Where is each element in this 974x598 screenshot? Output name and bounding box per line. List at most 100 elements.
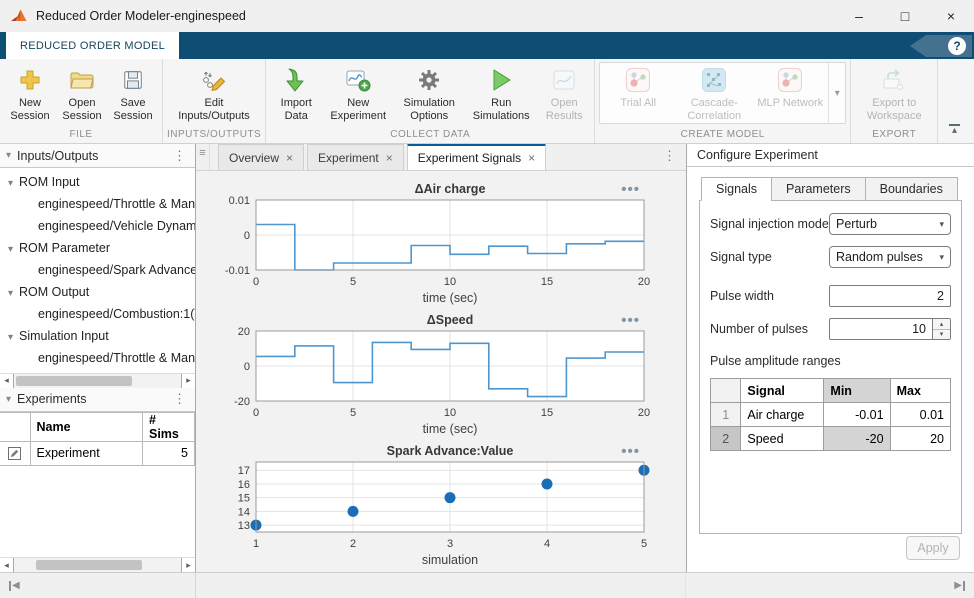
svg-text:simulation: simulation [422,553,478,567]
open-results-button[interactable]: Open Results [538,62,590,123]
collapse-left-panel-button[interactable]: ◀ [9,580,20,591]
amp-signal-cell[interactable]: Speed [741,427,824,451]
collapse-right-panel-button[interactable]: ▶ [954,580,965,591]
tree-item[interactable]: enginespeed/Vehicle Dynami [0,215,195,237]
expander-icon[interactable]: ▾ [8,332,13,343]
panel-menu-icon[interactable]: ⋮ [170,391,189,407]
spinner-down-button[interactable]: ▾ [933,330,950,340]
tree-item[interactable]: ▾ROM Parameter [0,237,195,259]
import-data-button[interactable]: Import Data [270,62,322,123]
help-icon[interactable]: ? [948,37,966,55]
svg-text:0.01: 0.01 [229,195,250,207]
tree-item[interactable]: ▾ROM Input [0,171,195,193]
new-session-button[interactable]: New Session [4,62,56,123]
tab-overview[interactable]: Overview × [218,144,304,170]
tab-parameters[interactable]: Parameters [771,177,865,201]
scroll-left-icon[interactable]: ◂ [0,374,14,388]
collapse-panel-icon[interactable]: ▾ [6,150,11,161]
amp-row-speed[interactable]: 2 Speed -20 20 [711,427,951,451]
cascade-correlation-button[interactable]: Cascade-Correlation [676,63,752,123]
chart-options-button[interactable]: ••• [621,312,640,329]
ribbon-group-file: New Session Open Session Save Session FI… [0,59,163,143]
experiment-row[interactable]: Experiment 5 [0,441,195,465]
horizontal-scrollbar[interactable]: ◂ ▸ [0,373,195,388]
scroll-right-icon[interactable]: ▸ [181,374,195,388]
tree-item[interactable]: ▾ROM Output [0,281,195,303]
ribbon-tab-reduced-order-model[interactable]: REDUCED ORDER MODEL [6,32,179,59]
close-tab-icon[interactable]: × [286,151,293,165]
horizontal-scrollbar[interactable]: ◂ ▸ [0,557,195,572]
scrollbar-thumb[interactable] [16,376,132,386]
amp-max-cell[interactable]: 20 [890,427,950,451]
edit-row-pencil-icon[interactable] [8,447,21,460]
svg-text:20: 20 [638,276,650,288]
center-panel: ≡ Overview × Experiment × Experiment Sig… [196,144,686,572]
tree-item[interactable]: enginespeed/Throttle & Manif [0,193,195,215]
svg-text:5: 5 [350,276,356,288]
tree-item[interactable]: ▾Simulation Input [0,325,195,347]
tab-signals[interactable]: Signals [701,177,771,201]
tree-item[interactable]: enginespeed/Throttle & Manif [0,347,195,369]
experiments-table: Name # Sims Experiment 5 [0,412,195,557]
minimize-button[interactable]: – [836,0,882,32]
svg-text:15: 15 [541,276,553,288]
pulse-width-input[interactable] [829,285,951,307]
group-label-collect-data: COLLECT DATA [270,127,590,143]
edit-inputs-outputs-button[interactable]: Edit Inputs/Outputs [167,62,261,123]
collapse-panel-icon[interactable]: ▾ [6,394,11,405]
tab-experiment-signals[interactable]: Experiment Signals × [407,143,546,170]
experiment-name-cell[interactable]: Experiment [30,441,143,465]
new-experiment-button[interactable]: New Experiment [322,62,394,123]
collapse-ribbon-button[interactable]: ▴ [949,124,960,135]
svg-text:17: 17 [238,465,250,477]
expander-icon[interactable]: ▾ [8,288,13,299]
svg-text:0: 0 [244,230,250,242]
amp-min-cell[interactable]: -20 [824,427,890,451]
scroll-left-icon[interactable]: ◂ [0,558,14,572]
chart-options-button[interactable]: ••• [621,181,640,198]
new-experiment-icon [345,65,371,95]
amp-signal-cell[interactable]: Air charge [741,403,824,427]
amp-row-air-charge[interactable]: 1 Air charge -0.01 0.01 [711,403,951,427]
tree-item[interactable]: enginespeed/Spark Advance: [0,259,195,281]
amp-max-cell[interactable]: 0.01 [890,403,950,427]
svg-text:Spark Advance:Value: Spark Advance:Value [387,444,514,458]
expander-icon[interactable]: ▾ [8,244,13,255]
open-session-button[interactable]: Open Session [56,62,108,123]
mlp-network-button[interactable]: MLP Network [752,63,828,123]
scrollbar-thumb[interactable] [36,560,142,570]
close-tab-icon[interactable]: × [528,151,535,165]
close-button[interactable]: × [928,0,974,32]
number-of-pulses-input[interactable] [829,318,933,340]
scroll-right-icon[interactable]: ▸ [181,558,195,572]
panel-grip-icon[interactable]: ≡ [196,144,210,170]
svg-text:20: 20 [638,407,650,419]
amp-min-cell[interactable]: -0.01 [824,403,890,427]
svg-text:time (sec): time (sec) [423,422,478,436]
signal-injection-mode-dropdown[interactable]: Perturb ▾ [829,213,951,235]
panel-menu-icon[interactable]: ⋮ [170,148,189,164]
maximize-button[interactable]: □ [882,0,928,32]
export-to-workspace-button[interactable]: Export to Workspace [855,62,933,123]
save-session-button[interactable]: Save Session [108,62,158,123]
status-bar: ◀ ▶ [0,572,974,598]
close-tab-icon[interactable]: × [386,151,393,165]
tab-experiment[interactable]: Experiment × [307,144,404,170]
gallery-dropdown-arrow[interactable]: ▾ [828,63,845,123]
export-arrow-icon [880,65,908,95]
chevron-down-icon: ▾ [939,252,944,263]
chart-options-button[interactable]: ••• [621,443,640,460]
expander-icon[interactable]: ▾ [8,178,13,189]
experiment-sims-cell[interactable]: 5 [143,441,195,465]
svg-text:3: 3 [447,538,453,550]
simulation-options-button[interactable]: Simulation Options [394,62,464,123]
trial-all-button[interactable]: Trial All [600,63,676,123]
tab-bar-menu-icon[interactable]: ⋮ [663,148,686,170]
ribbon-group-inputs-outputs: Edit Inputs/Outputs INPUTS/OUTPUTS [163,59,266,143]
spinner-up-button[interactable]: ▴ [933,319,950,330]
run-simulations-button[interactable]: Run Simulations [464,62,538,123]
tab-boundaries[interactable]: Boundaries [865,177,958,201]
tree-item[interactable]: enginespeed/Combustion:1(T [0,303,195,325]
apply-button[interactable]: Apply [906,536,960,560]
signal-type-dropdown[interactable]: Random pulses ▾ [829,246,951,268]
